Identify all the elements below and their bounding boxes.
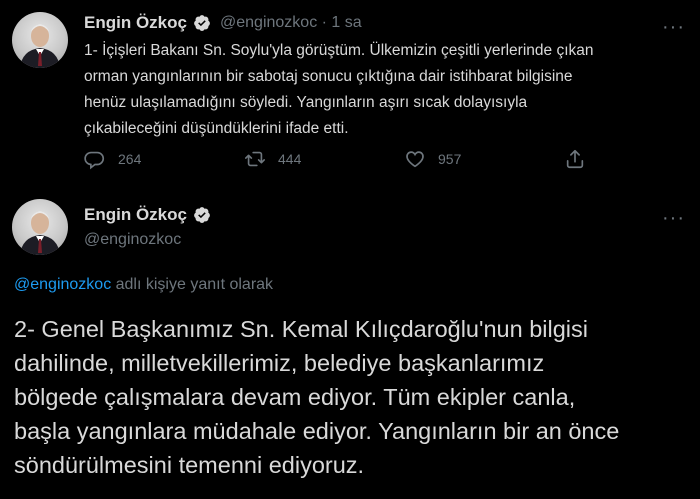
retweet-count: 444 [278,151,302,167]
reply-context-label: adlı kişiye yanıt olarak [111,276,274,293]
share-icon [566,149,584,169]
reply-context: @enginozkoc adlı kişiye yanıt olarak [14,276,273,294]
reply-button[interactable]: 264 [84,148,141,170]
author-name[interactable]: Engin Özkoç [84,205,187,225]
share-button[interactable] [564,148,598,170]
like-icon [406,151,424,168]
avatar[interactable] [12,199,68,255]
author-handle-time[interactable]: @enginozkoc · 1 sa [220,14,362,32]
tweet-text: 1- İçişleri Bakanı Sn. Soylu'yla görüştü… [84,42,594,137]
author-handle[interactable]: @enginozkoc [84,231,181,249]
verified-badge-icon [194,15,210,31]
like-button[interactable]: 957 [404,148,461,170]
tweet-text: 2- Genel Başkanımız Sn. Kemal Kılıçdaroğ… [14,316,620,478]
reply-icon [84,151,105,170]
verified-badge-icon [194,207,210,223]
more-icon[interactable]: ··· [662,208,685,228]
reply-mention-link[interactable]: @enginozkoc [14,276,111,293]
retweet-button[interactable]: 444 [244,148,301,170]
author-name[interactable]: Engin Özkoç [84,13,187,33]
more-icon[interactable]: ··· [662,17,685,37]
reply-count: 264 [118,151,142,167]
retweet-icon [245,151,265,167]
avatar[interactable] [12,12,68,68]
like-count: 957 [438,151,462,167]
